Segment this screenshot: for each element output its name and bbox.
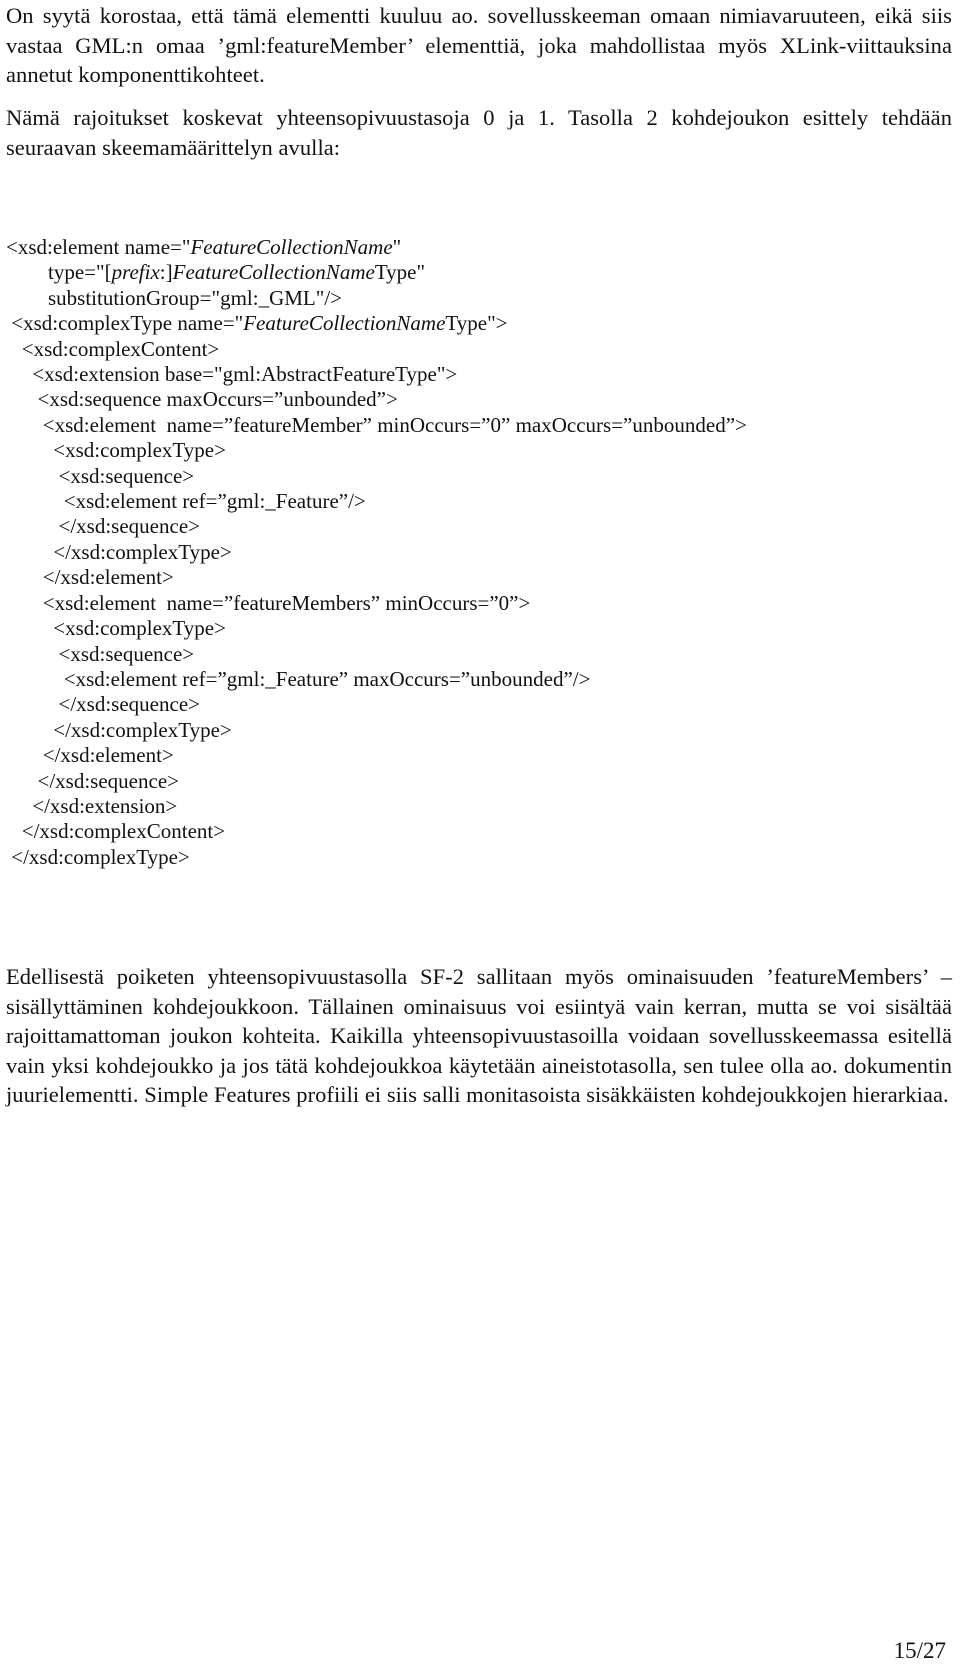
code-line: </xsd:complexType> (6, 844, 190, 869)
code-line: </xsd:element> (6, 743, 174, 768)
code-line: <xsd:complexContent> (6, 336, 220, 361)
schema-intro-paragraph: Nämä rajoitukset koskevat yhteensopivuus… (6, 105, 952, 160)
code-line: </xsd:sequence> (6, 514, 200, 539)
code-line: <xsd:complexType name="FeatureCollection… (6, 311, 508, 336)
xsd-schema-code-listing: <xsd:element name="FeatureCollectionName… (6, 235, 936, 870)
code-line: <xsd:sequence> (6, 641, 195, 666)
code-line: </xsd:complexType> (6, 717, 232, 742)
code-line: </xsd:complexContent> (6, 819, 226, 844)
code-line: <xsd:sequence> (6, 463, 195, 488)
code-line: <xsd:element name=”featureMembers” minOc… (6, 590, 531, 615)
page-number: 15/27 (893, 1638, 946, 1663)
code-line: <xsd:element name=”featureMember” minOcc… (6, 412, 747, 437)
code-line: </xsd:extension> (6, 793, 178, 818)
code-line: <xsd:complexType> (6, 438, 226, 463)
code-line: </xsd:sequence> (6, 768, 179, 793)
code-line: <xsd:sequence maxOccurs=”unbounded”> (6, 387, 398, 412)
code-line: <xsd:element name="FeatureCollectionName… (6, 235, 402, 259)
code-line: </xsd:element> (6, 565, 174, 590)
closing-paragraph: Edellisestä poiketen yhteensopivuustasol… (6, 964, 952, 1107)
code-line: <xsd:extension base="gml:AbstractFeature… (6, 362, 458, 387)
code-line: <xsd:element ref=”gml:_Feature”/> (6, 489, 366, 514)
intro-paragraph: On syytä korostaa, että tämä elementti k… (6, 3, 952, 87)
code-line: </xsd:sequence> (6, 692, 200, 717)
code-line: type="[prefix:]FeatureCollectionNameType… (6, 260, 426, 285)
code-line: substitutionGroup="gml:_GML"/> (6, 285, 343, 310)
code-line: </xsd:complexType> (6, 539, 232, 564)
document-page: On syytä korostaa, että tämä elementti k… (0, 0, 960, 1678)
code-line: <xsd:complexType> (6, 616, 226, 641)
code-line: <xsd:element ref=”gml:_Feature” maxOccur… (6, 666, 591, 691)
